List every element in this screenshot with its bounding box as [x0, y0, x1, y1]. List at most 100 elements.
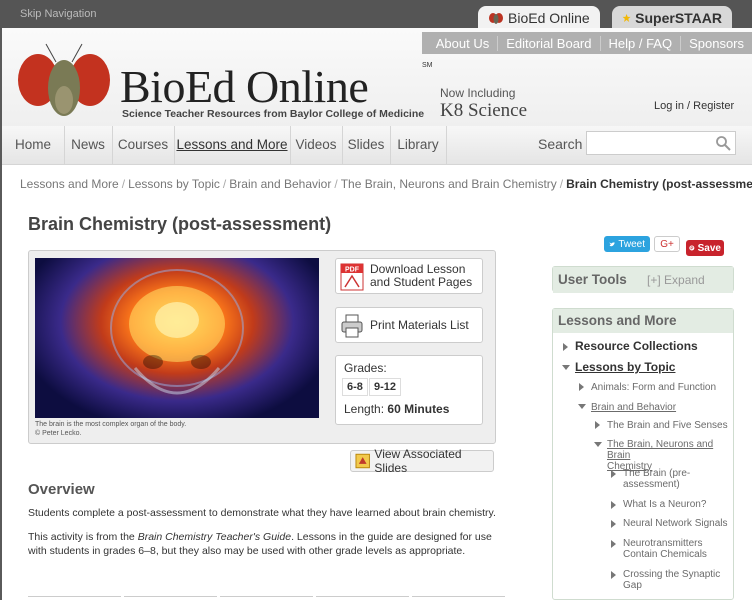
site-header: About Us Editorial Board Help / FAQ Spon…	[2, 28, 752, 127]
svg-text:P: P	[690, 246, 693, 251]
collapsed-arrow-icon[interactable]	[611, 540, 616, 548]
overview-heading: Overview	[28, 481, 95, 498]
site-logo-title[interactable]: BioEd Online	[120, 64, 369, 110]
download-lesson-button[interactable]: PDF Download Lesson and Student Pages	[335, 258, 483, 294]
nav-item-news[interactable]: News	[64, 126, 113, 164]
tree-item-neurons-brain-chemistry-line1: The Brain, Neurons and Brain	[607, 439, 714, 461]
tree-item-animals[interactable]: Animals: Form and Function	[591, 382, 716, 393]
user-tools-header[interactable]: User Tools [+] Expand	[553, 267, 733, 293]
search-input[interactable]	[586, 131, 736, 155]
tab-superstaar[interactable]: SuperSTAAR	[612, 6, 732, 30]
view-associated-slides-button[interactable]: View Associated Slides	[350, 447, 494, 475]
collapsed-arrow-icon[interactable]	[611, 571, 616, 579]
length-value: 60 Minutes	[387, 402, 450, 416]
login-link[interactable]: Log in	[654, 100, 684, 112]
tree-item-resource-collections[interactable]: Resource Collections	[575, 340, 698, 352]
overview-paragraph-2: This activity is from the Brain Chemistr…	[28, 530, 498, 558]
nav-item-videos[interactable]: Videos	[290, 126, 343, 164]
tree-item-brain-pre-assessment[interactable]: The Brain (pre- assessment)	[623, 468, 690, 490]
tree-item-brain-and-behavior[interactable]: Brain and Behavior	[591, 402, 676, 413]
nav-item-home[interactable]: Home	[2, 126, 65, 164]
tree-item-what-is-a-neuron[interactable]: What Is a Neuron?	[623, 499, 706, 510]
breadcrumb-lessons-and-more[interactable]: Lessons and More	[20, 177, 119, 191]
nav-item-lessons-and-more[interactable]: Lessons and More	[174, 126, 291, 164]
fly-icon	[489, 13, 503, 24]
site-tagline: Science Teacher Resources from Baylor Co…	[122, 108, 425, 120]
breadcrumb-brain-and-behavior[interactable]: Brain and Behavior	[229, 177, 331, 191]
nav-item-slides[interactable]: Slides	[342, 126, 391, 164]
pdf-icon-label: PDF	[345, 267, 360, 274]
nav-item-library[interactable]: Library	[390, 126, 447, 164]
tree-item-synaptic-gap-line1: Crossing the Synaptic	[623, 569, 721, 580]
fly-logo-icon[interactable]	[16, 40, 112, 120]
utility-help-faq-link[interactable]: Help / FAQ	[599, 35, 681, 51]
tree-item-neurotransmitters-line1: Neurotransmitters	[623, 538, 703, 549]
pinterest-save-button[interactable]: P Save	[686, 240, 724, 256]
image-credit: © Peter Lecko.	[35, 430, 82, 437]
image-caption-text: The brain is the most complex organ of t…	[35, 421, 187, 428]
tree-item-synaptic-gap-line2: Gap	[623, 580, 642, 591]
utility-sponsors-link[interactable]: Sponsors	[680, 35, 752, 51]
tab-bioed-online[interactable]: BioEd Online	[478, 6, 600, 30]
tree-item-lessons-by-topic[interactable]: Lessons by Topic	[575, 361, 675, 373]
grade-chip-9-12[interactable]: 9-12	[369, 378, 402, 396]
breadcrumb-brain-neurons-chemistry[interactable]: The Brain, Neurons and Brain Chemistry	[341, 177, 557, 191]
overview-paragraph-1: Students complete a post-assessment to d…	[28, 507, 496, 519]
breadcrumb-lessons-by-topic[interactable]: Lessons by Topic	[128, 177, 220, 191]
tweet-label: Tweet	[618, 238, 645, 250]
collapsed-arrow-icon[interactable]	[595, 421, 600, 429]
collapsed-arrow-icon[interactable]	[579, 383, 584, 391]
printer-icon	[341, 314, 363, 338]
tree-item-synaptic-gap[interactable]: Crossing the Synaptic Gap	[623, 569, 720, 591]
tweet-button[interactable]: Tweet	[604, 236, 650, 252]
download-lesson-label: Download Lesson and Student Pages	[370, 263, 472, 289]
k8-science-logo[interactable]: K8 Science	[440, 100, 527, 122]
expanded-arrow-icon[interactable]	[578, 404, 586, 409]
expanded-arrow-icon[interactable]	[562, 365, 570, 370]
head-silhouette-icon	[110, 269, 244, 395]
utility-editorial-board-link[interactable]: Editorial Board	[497, 35, 599, 51]
collapsed-arrow-icon[interactable]	[611, 501, 616, 509]
lessons-and-more-panel: Lessons and More Resource Collections Le…	[552, 308, 734, 600]
breadcrumb: Lessons and More / Lessons by Topic / Brain …	[20, 177, 752, 191]
utility-about-us-link[interactable]: About Us	[428, 36, 497, 51]
slides-icon	[355, 453, 370, 469]
save-label: Save	[697, 242, 721, 254]
user-tools-title: User Tools	[558, 272, 627, 287]
breadcrumb-current: Brain Chemistry (post-assessment)	[566, 177, 752, 191]
pinterest-icon: P	[689, 245, 695, 251]
print-materials-button[interactable]: Print Materials List	[335, 307, 483, 343]
tab-superstaar-label: SuperSTAAR	[635, 10, 722, 26]
grades-label: Grades:	[344, 361, 387, 375]
content-tabs-edge	[28, 596, 508, 600]
tree-item-neurotransmitters[interactable]: Neurotransmitters Contain Chemicals	[623, 538, 707, 560]
service-mark: SM	[422, 62, 433, 69]
grades-length-box: Grades: 6-8 9-12 Length: 60 Minutes	[335, 355, 483, 425]
tree-item-brain-pre-assessment-line2: assessment)	[623, 479, 680, 490]
search-icon[interactable]	[715, 135, 731, 151]
star-icon	[622, 14, 631, 22]
length-label: Length:	[344, 402, 385, 416]
google-plus-button[interactable]: G+	[654, 236, 680, 252]
user-tools-expand-toggle[interactable]: [+] Expand	[647, 267, 705, 293]
tree-item-neurotransmitters-line2: Contain Chemicals	[623, 549, 707, 560]
page: About Us Editorial Board Help / FAQ Spon…	[2, 28, 752, 600]
nav-item-courses[interactable]: Courses	[112, 126, 175, 164]
grade-chip-6-8[interactable]: 6-8	[342, 378, 368, 396]
register-link[interactable]: Register	[693, 100, 734, 112]
tree-item-neural-network-signals[interactable]: Neural Network Signals	[623, 518, 728, 529]
pdf-icon: PDF	[340, 263, 364, 291]
tree-item-five-senses[interactable]: The Brain and Five Senses	[607, 420, 728, 431]
skip-navigation-link[interactable]: Skip Navigation	[20, 8, 96, 20]
collapsed-arrow-icon[interactable]	[611, 520, 616, 528]
now-including-label: Now Including	[440, 86, 516, 100]
twitter-bird-icon	[609, 241, 615, 246]
user-tools-panel: User Tools [+] Expand	[552, 266, 734, 293]
print-materials-label: Print Materials List	[370, 318, 469, 332]
collapsed-arrow-icon[interactable]	[563, 343, 568, 351]
teachers-guide-title: Brain Chemistry Teacher's Guide	[137, 531, 292, 543]
search-label: Search	[538, 136, 583, 152]
collapsed-arrow-icon[interactable]	[611, 470, 616, 478]
expanded-arrow-icon[interactable]	[594, 442, 602, 447]
utility-nav: About Us Editorial Board Help / FAQ Spon…	[421, 32, 752, 54]
